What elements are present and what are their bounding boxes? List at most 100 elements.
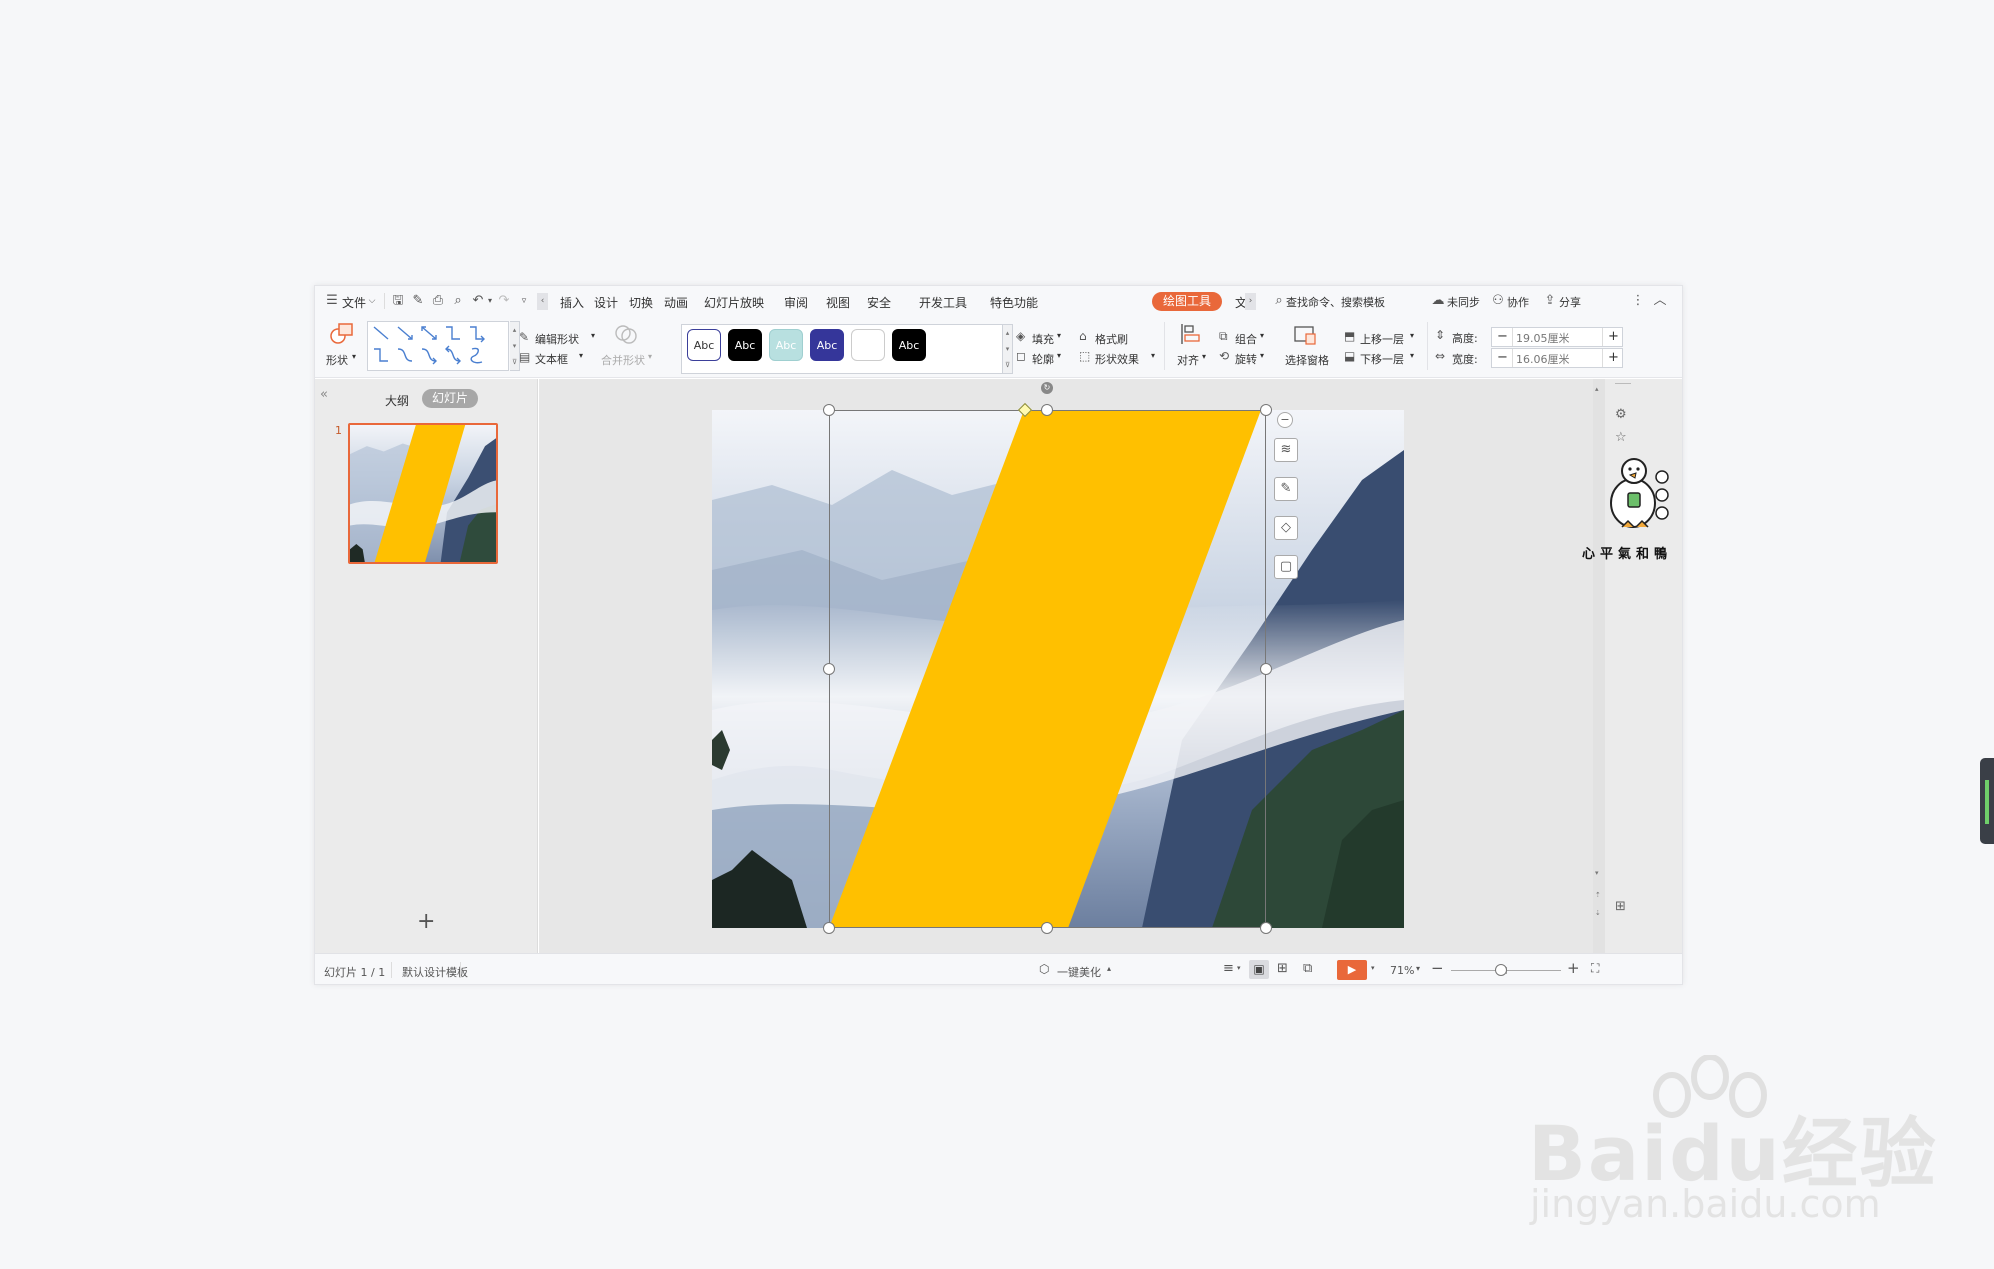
text-box-button[interactable]: 文本框 (535, 351, 568, 367)
tab-transitions[interactable]: 切换 (629, 294, 653, 311)
tab-insert[interactable]: 插入 (560, 294, 584, 311)
width-plus-icon[interactable]: + (1608, 350, 1619, 365)
format-painter-button[interactable]: 格式刷 (1095, 331, 1128, 347)
shape-style-1[interactable]: Abc (687, 329, 721, 361)
tab-review[interactable]: 审阅 (784, 294, 808, 311)
align-button[interactable]: 对齐 (1177, 352, 1199, 368)
resize-handle-se[interactable] (1260, 922, 1272, 934)
outline-dropdown-icon[interactable]: ▾ (1057, 351, 1061, 360)
pen-icon[interactable]: ✎ (1274, 477, 1298, 501)
outline-icon[interactable]: ◻ (1016, 349, 1026, 363)
undo-dropdown-icon[interactable]: ▾ (483, 294, 497, 308)
shape-button[interactable]: 形状 (326, 352, 348, 368)
group-dropdown-icon[interactable]: ▾ (1260, 331, 1264, 340)
template-name[interactable]: 默认设计模板 (402, 964, 468, 980)
play-dropdown-icon[interactable]: ▾ (1371, 964, 1375, 972)
cloud-icon[interactable]: ☁ (1431, 294, 1445, 308)
add-slide-icon[interactable]: + (417, 909, 435, 934)
shape-effects-dropdown-icon[interactable]: ▾ (1151, 351, 1155, 360)
resize-handle-w[interactable] (823, 663, 835, 675)
search-icon[interactable]: ⌕ (1272, 294, 1286, 308)
rotate-dropdown-icon[interactable]: ▾ (1260, 351, 1264, 360)
scroll-right-icon[interactable]: › (1245, 293, 1256, 310)
share-button[interactable]: 分享 (1559, 294, 1581, 310)
resize-handle-s[interactable] (1041, 922, 1053, 934)
shape-effects-icon[interactable]: ⬚ (1079, 349, 1090, 363)
bring-forward-button[interactable]: 上移一层 (1360, 331, 1404, 347)
send-backward-icon[interactable]: ⬓ (1344, 349, 1355, 363)
group-icon[interactable]: ⧉ (1219, 329, 1228, 344)
share-icon[interactable]: ⇪ (1543, 294, 1557, 308)
selection-pane-icon[interactable] (1293, 324, 1317, 346)
shape-dropdown-icon[interactable]: ▾ (352, 352, 356, 361)
fill-icon[interactable]: ◈ (1016, 329, 1025, 343)
tab-design[interactable]: 设计 (594, 294, 618, 311)
text-box-dropdown-icon[interactable]: ▾ (579, 351, 583, 360)
beautify-dropdown-icon[interactable]: ▴ (1107, 964, 1111, 973)
selection-pane-button[interactable]: 选择窗格 (1285, 352, 1329, 368)
one-click-beautify[interactable]: 一键美化 (1057, 964, 1101, 980)
bring-forward-dropdown-icon[interactable]: ▾ (1410, 331, 1414, 340)
tab-outline[interactable]: 大纲 (385, 392, 409, 409)
zoom-in-icon[interactable]: + (1567, 959, 1580, 977)
hamburger-icon[interactable]: ☰ (325, 294, 339, 308)
selection-frame[interactable] (829, 410, 1266, 928)
rotate-button[interactable]: 旋转 (1235, 351, 1257, 367)
customize-icon[interactable]: ▿ (517, 294, 531, 308)
scroll-up-icon[interactable]: ▴ (1595, 385, 1599, 393)
rotate-icon[interactable]: ⟲ (1219, 349, 1229, 363)
shape-effects-button[interactable]: 形状效果 (1095, 351, 1139, 367)
merge-shape-dropdown-icon[interactable]: ▾ (648, 352, 652, 361)
align-dropdown-icon[interactable]: ▾ (1202, 352, 1206, 361)
sync-status[interactable]: 未同步 (1447, 294, 1480, 310)
edit-shape-dropdown-icon[interactable]: ▾ (591, 331, 595, 340)
apps-grid-icon[interactable]: ⊞ (1615, 899, 1626, 914)
search-command[interactable]: 查找命令、搜索模板 (1286, 294, 1385, 310)
fill-dropdown-icon[interactable]: ▾ (1057, 331, 1061, 340)
shape-style-6[interactable]: Abc (892, 329, 926, 361)
animation-icon[interactable]: ☆ (1615, 430, 1627, 445)
resize-handle-ne[interactable] (1260, 404, 1272, 416)
width-input[interactable]: 16.06厘米 (1516, 351, 1570, 367)
width-stepper[interactable]: − 16.06厘米 + (1491, 348, 1623, 368)
slide-sorter-icon[interactable]: ⊞ (1277, 961, 1288, 976)
file-menu[interactable]: 文件 (342, 294, 366, 311)
edit-shape-icon[interactable]: ✎ (519, 330, 529, 344)
fill-bucket-icon[interactable]: ◇ (1274, 516, 1298, 540)
height-minus-icon[interactable]: − (1497, 329, 1508, 344)
paintbrush-icon[interactable]: ✎ (411, 294, 425, 308)
collapse-ribbon-icon[interactable]: ︿ (1653, 294, 1667, 308)
zoom-slider[interactable] (1451, 964, 1561, 976)
merge-shape-button[interactable]: 合并形状 (601, 352, 645, 368)
send-backward-button[interactable]: 下移一层 (1360, 351, 1404, 367)
collapse-panel-icon[interactable]: « (320, 387, 328, 402)
collaborate-button[interactable]: 协作 (1507, 294, 1529, 310)
text-box-icon[interactable]: ▤ (519, 350, 530, 364)
zoom-slider-thumb[interactable] (1494, 964, 1507, 976)
print-preview-icon[interactable]: ⌕ (451, 294, 465, 308)
edit-shape-button[interactable]: 编辑形状 (535, 331, 579, 347)
side-widget[interactable] (1980, 758, 1994, 844)
shapes-gallery[interactable] (367, 321, 509, 371)
tab-developer[interactable]: 开发工具 (919, 294, 967, 311)
height-plus-icon[interactable]: + (1608, 329, 1619, 344)
tab-special-features[interactable]: 特色功能 (990, 294, 1038, 311)
next-slide-icon[interactable]: ⇣ (1595, 909, 1601, 917)
fit-window-icon[interactable]: ⛶ (1591, 961, 1599, 976)
line-shapes-icon[interactable] (368, 322, 508, 370)
print-icon[interactable]: ⎙ (431, 294, 445, 308)
play-slideshow-icon[interactable]: ▶ (1337, 960, 1367, 980)
tab-view[interactable]: 视图 (826, 294, 850, 311)
resize-handle-sw[interactable] (823, 922, 835, 934)
prev-slide-icon[interactable]: ⇡ (1595, 891, 1601, 899)
group-button[interactable]: 组合 (1235, 331, 1257, 347)
more-icon[interactable]: ⋮ (1631, 294, 1645, 308)
send-backward-dropdown-icon[interactable]: ▾ (1410, 351, 1414, 360)
beautify-icon[interactable]: ⬡ (1039, 962, 1049, 976)
width-minus-icon[interactable]: − (1497, 350, 1508, 365)
shape-style-2[interactable]: Abc (728, 329, 762, 361)
zoom-level[interactable]: 71% (1390, 964, 1414, 977)
merge-shape-icon[interactable] (613, 321, 639, 347)
bring-forward-icon[interactable]: ⬒ (1344, 329, 1355, 343)
scroll-down-icon[interactable]: ▾ (1595, 869, 1599, 877)
